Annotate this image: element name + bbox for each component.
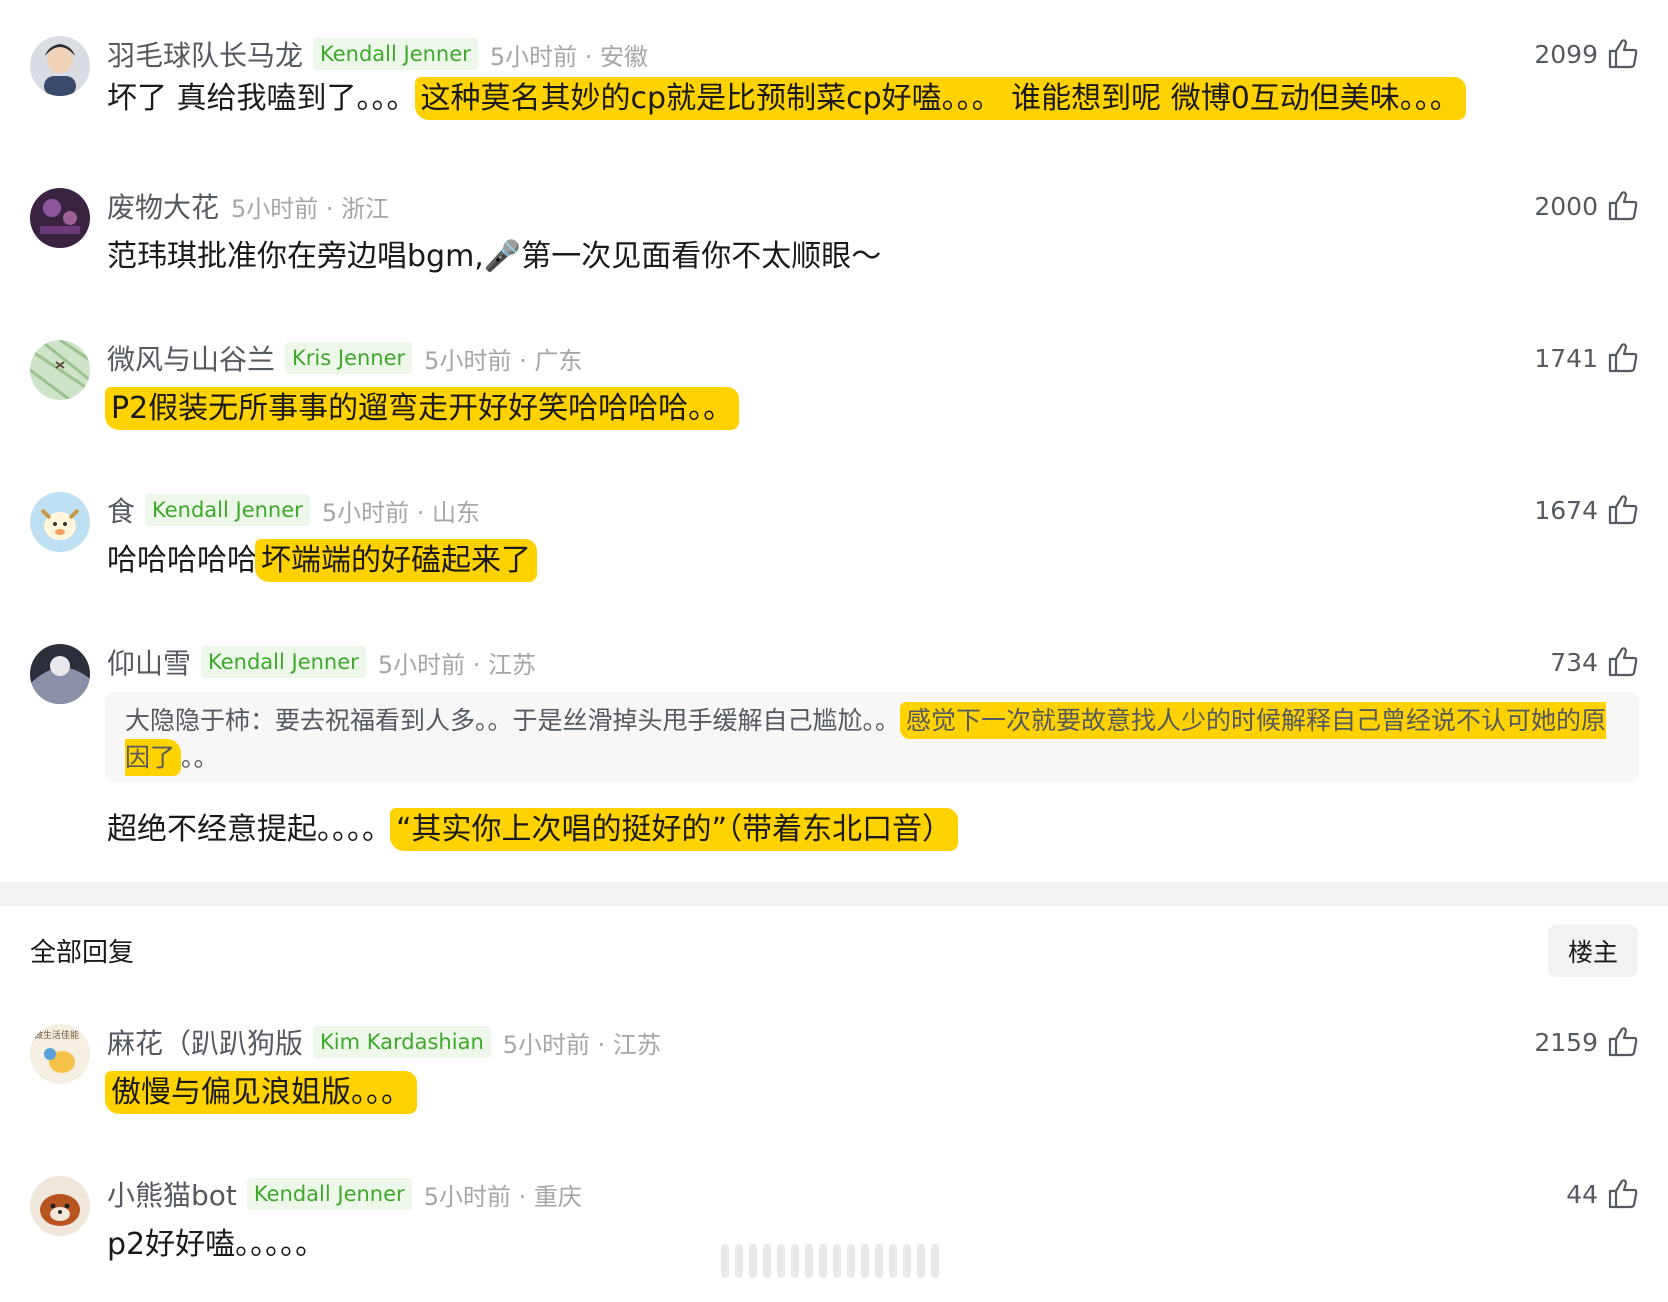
like-button[interactable]: 2099	[1534, 36, 1640, 72]
section-divider	[0, 882, 1668, 906]
comment-text: 坏了 真给我嗑到了。。。 这种莫名其妙的cp就是比预制菜cp好嗑。。。 谁能想到呢…	[107, 77, 1466, 120]
like-button[interactable]: 1674	[1534, 492, 1640, 528]
avatar[interactable]	[30, 36, 90, 96]
timestamp-location: 5小时前 · 山东	[321, 498, 480, 527]
avatar[interactable]	[30, 492, 90, 552]
username[interactable]: 食	[107, 490, 135, 530]
quote-text-plain: 大隐隐于柿：要去祝福看到人多。。于是丝滑掉头甩手缓解自己尴尬。。	[125, 706, 901, 735]
like-count: 1674	[1534, 495, 1598, 525]
highlighted-text: 傲慢与偏见浪姐版。。。	[105, 1071, 417, 1114]
comment-text-plain: 超绝不经意提起。。。。	[107, 812, 392, 847]
username[interactable]: 仰山雪	[107, 642, 191, 682]
timestamp-location: 5小时前 · 广东	[424, 346, 583, 375]
quoted-comment-text: 大隐隐于柿：要去祝福看到人多。。于是丝滑掉头甩手缓解自己尴尬。。 感觉下一次就要故…	[125, 702, 1619, 776]
username[interactable]: 羽毛球队长马龙	[107, 34, 303, 74]
like-count: 734	[1550, 647, 1598, 677]
like-count: 2159	[1534, 1027, 1598, 1057]
quoted-comment[interactable]: 大隐隐于柿：要去祝福看到人多。。于是丝滑掉头甩手缓解自己尴尬。。 感觉下一次就要故…	[105, 692, 1639, 782]
comment-text: 傲慢与偏见浪姐版。。。	[105, 1071, 417, 1114]
comment-text: 超绝不经意提起。。。。 “其实你上次唱的挺好的”（带着东北口音）	[107, 808, 959, 851]
comment-text: 哈哈哈哈哈 坏端端的好磕起来了	[107, 539, 537, 582]
username[interactable]: 麻花（趴趴狗版	[107, 1022, 303, 1062]
highlighted-text: “其实你上次唱的挺好的”（带着东北口音）	[390, 808, 959, 851]
fan-badge[interactable]: Kim Kardashian	[313, 1026, 491, 1058]
highlighted-text: 这种莫名其妙的cp就是比预制菜cp好嗑。。。 谁能想到呢 微博0互动但美味。。。	[414, 77, 1466, 120]
thumbs-up-icon	[1608, 1179, 1638, 1209]
thumbs-up-icon	[1608, 647, 1638, 677]
thumbs-up-icon	[1608, 495, 1638, 525]
quote-text-tail: 。。	[181, 743, 219, 772]
username[interactable]: 微风与山谷兰	[107, 338, 275, 378]
timestamp-location: 5小时前 · 重庆	[423, 1182, 582, 1211]
fan-badge[interactable]: Kendall Jenner	[145, 494, 310, 526]
avatar[interactable]: 做生活佳能	[30, 1024, 90, 1084]
username[interactable]: 小熊猫bot	[107, 1174, 237, 1214]
comment-text-plain: 哈哈哈哈哈	[107, 543, 257, 578]
comment-text: p2好好嗑。。。。。	[107, 1227, 326, 1262]
fan-badge[interactable]: Kendall Jenner	[246, 1178, 412, 1210]
like-count: 2000	[1534, 191, 1598, 221]
comment-meta: 微风与山谷兰 Kris Jenner 5小时前 · 广东	[107, 340, 582, 376]
avatar[interactable]	[30, 644, 90, 704]
thumbs-up-icon	[1608, 191, 1638, 221]
like-button[interactable]: 734	[1550, 644, 1640, 680]
comment-text-plain: 坏了 真给我嗑到了。。。	[107, 81, 417, 116]
highlighted-text: P2假装无所事事的遛弯走开好好笑哈哈哈哈。。	[105, 387, 740, 430]
thumbs-up-icon	[1608, 39, 1638, 69]
fan-badge[interactable]: Kris Jenner	[285, 342, 413, 374]
like-button[interactable]: 2000	[1534, 188, 1640, 224]
thumbs-up-icon	[1608, 1027, 1638, 1057]
avatar[interactable]	[30, 188, 90, 248]
comment-meta: 食 Kendall Jenner 5小时前 · 山东	[107, 492, 480, 528]
all-replies-title: 全部回复	[30, 938, 135, 968]
fan-badge[interactable]: Kendall Jenner	[313, 38, 478, 70]
avatar-text: 做生活佳能	[34, 1029, 79, 1041]
comment-meta: 仰山雪 Kendall Jenner 5小时前 · 江苏	[107, 644, 536, 680]
comment-text: P2假装无所事事的遛弯走开好好笑哈哈哈哈。。	[105, 387, 740, 430]
like-count: 44	[1566, 1179, 1598, 1209]
scroll-indicator[interactable]	[710, 1238, 950, 1284]
timestamp-location: 5小时前 · 江苏	[502, 1030, 661, 1059]
like-count: 2099	[1534, 39, 1598, 69]
like-button[interactable]: 1741	[1534, 340, 1640, 376]
fan-badge[interactable]: Kendall Jenner	[201, 646, 366, 678]
avatar[interactable]	[30, 340, 90, 400]
timestamp-location: 5小时前 · 安徽	[489, 42, 648, 71]
comment-meta: 羽毛球队长马龙 Kendall Jenner 5小时前 · 安徽	[107, 36, 648, 72]
comment-meta: 废物大花 5小时前 · 浙江	[107, 188, 389, 224]
username[interactable]: 废物大花	[107, 186, 219, 226]
timestamp-location: 5小时前 · 浙江	[231, 194, 390, 223]
like-count: 1741	[1534, 343, 1598, 373]
comment-meta: 小熊猫bot Kendall Jenner 5小时前 · 重庆	[107, 1176, 582, 1212]
comment-text: 范玮琪批准你在旁边唱bgm,🎤第一次见面看你不太顺眼～	[107, 239, 882, 274]
timestamp-location: 5小时前 · 江苏	[377, 650, 536, 679]
avatar[interactable]	[30, 1176, 90, 1236]
op-only-button[interactable]: 楼主	[1548, 925, 1638, 977]
comment-meta: 麻花（趴趴狗版 Kim Kardashian 5小时前 · 江苏	[107, 1024, 661, 1060]
like-button[interactable]: 44	[1566, 1176, 1640, 1212]
highlighted-text: 坏端端的好磕起来了	[255, 539, 537, 582]
like-button[interactable]: 2159	[1534, 1024, 1640, 1060]
thumbs-up-icon	[1608, 343, 1638, 373]
